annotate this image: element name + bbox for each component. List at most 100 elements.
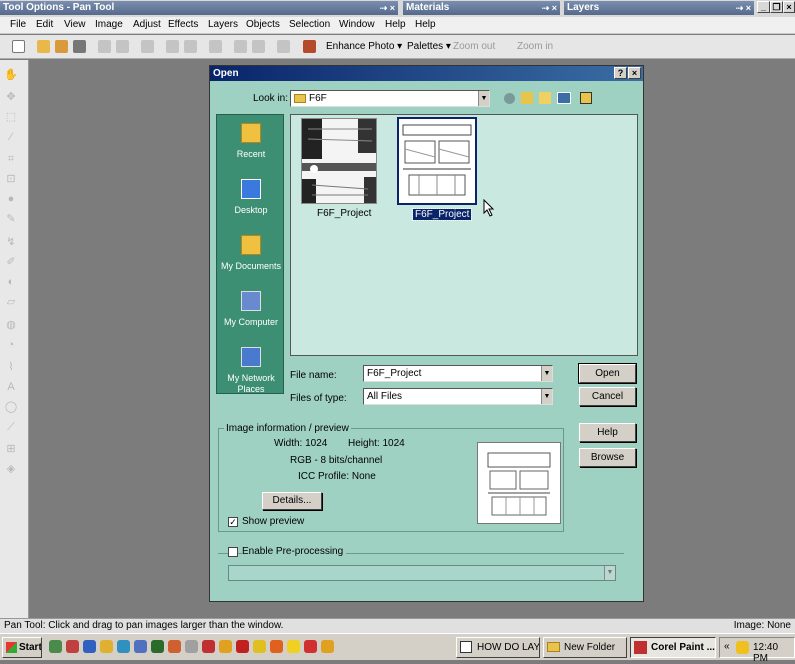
print-icon[interactable] — [73, 40, 86, 53]
menu-file[interactable]: File — [10, 19, 26, 30]
quicklaunch-icon-10[interactable] — [202, 640, 215, 653]
open-folder-icon[interactable] — [37, 40, 50, 53]
new-folder-icon[interactable] — [539, 92, 551, 104]
menu-window[interactable]: Window — [339, 19, 375, 30]
quicklaunch-icon-16[interactable] — [304, 640, 317, 653]
recent-icon — [241, 123, 261, 143]
help-button[interactable]: Help — [579, 423, 636, 442]
enhance-photo-button[interactable]: Enhance Photo ▾ — [326, 41, 402, 52]
file-name-input[interactable]: F6F_Project ▼ — [363, 365, 553, 382]
materials-palette-title[interactable]: Materials ⇢ × — [403, 1, 560, 15]
browse-button[interactable]: Browse — [579, 448, 636, 467]
open-button[interactable]: Open — [578, 363, 637, 384]
quicklaunch-icon-11[interactable] — [219, 640, 232, 653]
quicklaunch-icon-8[interactable] — [168, 640, 181, 653]
dialog-close-button[interactable]: × — [628, 67, 641, 79]
scratch-remover-icon: ↯ — [6, 236, 16, 248]
menu-help[interactable]: Help — [385, 19, 406, 30]
new-file-icon[interactable] — [12, 40, 25, 53]
quicklaunch-icon-4[interactable] — [100, 640, 113, 653]
restore-button[interactable]: ❐ — [770, 1, 783, 13]
shape-tool-icon: ◯ — [4, 401, 18, 413]
corel-app-icon — [634, 641, 647, 654]
layers-pin-close[interactable]: ⇢ × — [736, 1, 751, 15]
object-selector-icon: ◈ — [6, 463, 16, 475]
dialog-title-bar[interactable]: Open — [210, 66, 643, 81]
quicklaunch-icon-9[interactable] — [185, 640, 198, 653]
menu-objects[interactable]: Objects — [246, 19, 280, 30]
quicklaunch-icon-14[interactable] — [270, 640, 283, 653]
quicklaunch-icon-3[interactable] — [83, 640, 96, 653]
menu-effects[interactable]: Effects — [168, 19, 198, 30]
look-in-dropdown-arrow[interactable]: ▼ — [478, 91, 489, 106]
quicklaunch-icon-1[interactable] — [49, 640, 62, 653]
tool-options-palette-title[interactable]: Tool Options - Pan Tool ⇢ × — [0, 1, 398, 15]
browse-icon[interactable] — [55, 40, 68, 53]
clone-tool-icon: ✎ — [6, 213, 16, 225]
quicklaunch-icon-2[interactable] — [66, 640, 79, 653]
files-of-type-dropdown[interactable]: All Files ▼ — [363, 388, 553, 405]
start-button[interactable]: Start — [2, 637, 42, 658]
back-icon[interactable] — [504, 93, 515, 104]
layers-palette-title[interactable]: Layers ⇢ × — [564, 1, 754, 15]
dialog-help-button[interactable]: ? — [614, 67, 627, 79]
minimize-button[interactable]: _ — [757, 1, 770, 13]
preprocessing-dropdown: ▼ — [228, 565, 616, 581]
quicklaunch-icon-7[interactable] — [151, 640, 164, 653]
view-menu-icon[interactable] — [557, 92, 571, 104]
menu-help-2[interactable]: Help — [415, 19, 436, 30]
quicklaunch-icon-15[interactable] — [287, 640, 300, 653]
task-corel-paint[interactable]: Corel Paint ... — [630, 637, 716, 658]
pan-tool-icon[interactable]: ✋ — [4, 68, 18, 82]
place-recent-label: Recent — [236, 149, 266, 159]
file-name-field-label: File name: — [290, 370, 337, 381]
quicklaunch-icon-12[interactable] — [236, 640, 249, 653]
file-item[interactable]: F6F_Project — [301, 118, 381, 226]
cut-icon — [141, 40, 154, 53]
menu-layers[interactable]: Layers — [208, 19, 238, 30]
move-tool-icon: ✥ — [6, 91, 16, 103]
file-name-dropdown-arrow[interactable]: ▼ — [541, 366, 552, 381]
quicklaunch-icon-6[interactable] — [134, 640, 147, 653]
favorites-icon[interactable] — [580, 92, 592, 104]
quicklaunch-icon-13[interactable] — [253, 640, 266, 653]
red-eye-tool-icon: ● — [7, 193, 15, 205]
app-close-button[interactable]: × — [783, 1, 795, 13]
files-of-type-label: Files of type: — [290, 393, 347, 404]
menu-image[interactable]: Image — [95, 19, 123, 30]
look-in-dropdown[interactable]: F6F ▼ — [290, 90, 490, 107]
materials-pin-close[interactable]: ⇢ × — [542, 1, 557, 15]
tool-options-pin-close[interactable]: ⇢ × — [380, 1, 395, 15]
mouse-cursor-icon — [483, 199, 495, 217]
file-item-selected[interactable]: F6F_Project — [397, 117, 479, 225]
menu-view[interactable]: View — [64, 19, 86, 30]
look-in-label: Look in: — [253, 93, 289, 104]
show-preview-checkbox[interactable]: ✓ — [228, 517, 238, 527]
image-info-group-title: Image information / preview — [224, 423, 351, 434]
quicklaunch-icon-17[interactable] — [321, 640, 334, 653]
file-name-label-selected: F6F_Project — [411, 208, 473, 221]
task-corel-paint-label: Corel Paint ... — [651, 642, 715, 653]
image-icc-profile: ICC Profile: None — [298, 471, 376, 482]
save-as-icon — [116, 40, 129, 53]
menu-selection[interactable]: Selection — [289, 19, 330, 30]
enable-preprocessing-checkbox[interactable] — [228, 547, 238, 557]
details-button[interactable]: Details... — [262, 492, 322, 510]
cancel-button[interactable]: Cancel — [579, 387, 636, 406]
crop-tool-icon: ⌗ — [7, 153, 15, 165]
menu-edit[interactable]: Edit — [36, 19, 53, 30]
task-how-do-lay[interactable]: HOW DO LAY... — [456, 637, 540, 658]
up-folder-icon[interactable] — [521, 92, 533, 104]
task-new-folder[interactable]: New Folder — [543, 637, 627, 658]
image-color-depth: RGB - 8 bits/channel — [290, 455, 383, 466]
desktop-icon — [241, 179, 261, 199]
enhance-photo-icon[interactable] — [303, 40, 316, 53]
palettes-button[interactable]: Palettes ▾ — [407, 41, 451, 52]
menu-adjust[interactable]: Adjust — [133, 19, 161, 30]
dropper-tool-icon: ⁄ — [10, 131, 12, 143]
quicklaunch-icon-5[interactable] — [117, 640, 130, 653]
files-of-type-dropdown-arrow[interactable]: ▼ — [541, 389, 552, 404]
tray-hand-icon[interactable] — [736, 641, 749, 654]
file-list[interactable]: F6F_Project F6F_Project — [290, 114, 638, 356]
tray-expand-chevron[interactable]: « — [724, 641, 730, 652]
